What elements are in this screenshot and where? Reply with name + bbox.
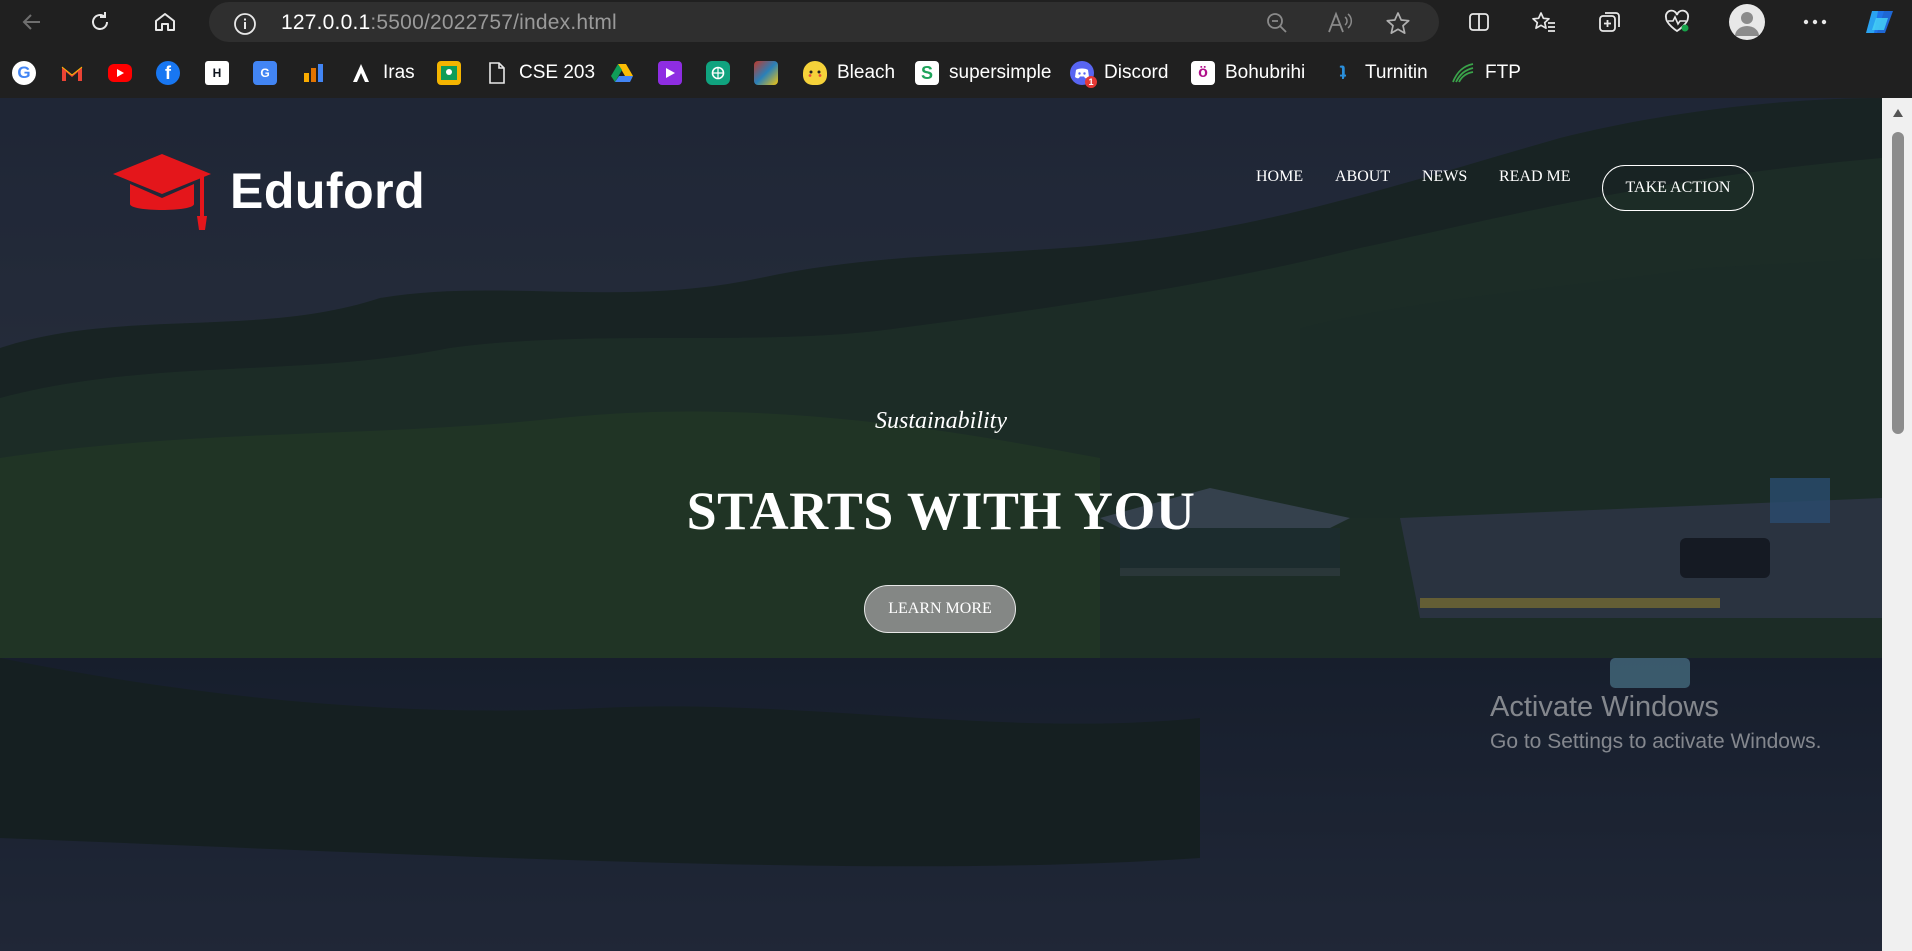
- url-text[interactable]: 127.0.0.1:5500/2022757/index.html: [281, 11, 617, 35]
- google-icon: G: [12, 61, 36, 85]
- bookmark-media[interactable]: [658, 60, 682, 86]
- page-icon: [485, 61, 509, 85]
- bookmark-drive[interactable]: [610, 60, 634, 86]
- notification-badge: 1: [1085, 76, 1097, 88]
- bookmark-supersimple[interactable]: S supersimple: [915, 60, 1051, 86]
- watermark-subtitle: Go to Settings to activate Windows.: [1490, 730, 1822, 753]
- graduation-cap-icon: [113, 154, 211, 230]
- brand-name: Eduford: [230, 163, 426, 219]
- pikachu-icon: [803, 61, 827, 85]
- back-icon[interactable]: [18, 8, 46, 36]
- bookmark-label: Discord: [1104, 62, 1169, 83]
- bookmark-bleach[interactable]: Bleach: [803, 60, 895, 86]
- translate-icon: G: [253, 61, 277, 85]
- gmail-icon: [60, 61, 84, 85]
- nav-about[interactable]: ABOUT: [1335, 168, 1390, 186]
- photo-icon: [754, 61, 778, 85]
- nav-read-me[interactable]: READ ME: [1499, 168, 1571, 186]
- nav-news[interactable]: NEWS: [1422, 168, 1467, 186]
- more-options-icon[interactable]: [1800, 8, 1830, 36]
- chatgpt-icon: [706, 61, 730, 85]
- bookmark-label: Bohubrihi: [1225, 62, 1306, 83]
- bookmark-label: FTP: [1485, 62, 1521, 83]
- browser-essentials-icon[interactable]: [1662, 8, 1692, 36]
- discord-icon: 1: [1070, 61, 1097, 88]
- bookmarks-bar: G f H G Iras CSE 203 Bleach S supersimpl…: [0, 44, 1912, 98]
- browser-toolbar: 127.0.0.1:5500/2022757/index.html: [0, 0, 1912, 44]
- bookmark-iras[interactable]: Iras: [349, 60, 415, 86]
- bookmark-classroom[interactable]: [437, 60, 461, 86]
- url-host: 127.0.0.1: [281, 11, 371, 34]
- read-aloud-icon[interactable]: [1327, 11, 1353, 40]
- url-path: :5500/2022757/index.html: [370, 11, 617, 34]
- scroll-up-arrow-icon[interactable]: [1892, 108, 1904, 118]
- address-bar[interactable]: 127.0.0.1:5500/2022757/index.html: [209, 2, 1439, 42]
- brand-logo[interactable]: Eduford: [108, 146, 425, 236]
- site-info-icon[interactable]: [233, 12, 257, 41]
- classroom-icon: [437, 61, 461, 85]
- page-viewport: Eduford HOME ABOUT NEWS READ ME TAKE ACT…: [0, 98, 1882, 951]
- supersimple-icon: S: [915, 61, 939, 85]
- watermark-title: Activate Windows: [1490, 691, 1719, 723]
- media-icon: [658, 61, 682, 85]
- take-action-button[interactable]: TAKE ACTION: [1602, 165, 1754, 211]
- iras-icon: [349, 61, 373, 85]
- bookmark-bohubrihi[interactable]: ö Bohubrihi: [1191, 60, 1305, 86]
- analytics-icon: [301, 61, 325, 85]
- bookmark-chatgpt[interactable]: [706, 60, 730, 86]
- copilot-icon[interactable]: [1862, 8, 1898, 36]
- bookmark-label: CSE 203: [519, 62, 596, 83]
- nav-home[interactable]: HOME: [1256, 168, 1303, 186]
- profile-avatar[interactable]: [1729, 4, 1765, 40]
- bookmark-google[interactable]: G: [12, 60, 36, 86]
- favorite-star-icon[interactable]: [1385, 11, 1411, 40]
- refresh-icon[interactable]: [86, 8, 114, 36]
- ftp-icon: [1451, 61, 1475, 85]
- bookmark-label: Iras: [383, 62, 415, 83]
- bookmark-analytics[interactable]: [301, 60, 325, 86]
- bookmark-label: Bleach: [837, 62, 896, 83]
- bookmark-youtube[interactable]: [108, 60, 132, 86]
- bookmark-ftp[interactable]: FTP: [1451, 60, 1521, 86]
- bookmark-facebook[interactable]: f: [156, 60, 180, 86]
- hackerrank-icon: H: [205, 61, 229, 85]
- page-scrollbar[interactable]: [1882, 98, 1912, 951]
- bookmark-turnitin[interactable]: ʇ Turnitin: [1331, 60, 1428, 86]
- bookmark-translate[interactable]: G: [253, 60, 277, 86]
- facebook-icon: f: [156, 61, 180, 85]
- turnitin-icon: ʇ: [1339, 61, 1347, 84]
- favorites-icon[interactable]: [1529, 8, 1559, 36]
- bookmark-photo[interactable]: [754, 60, 778, 86]
- youtube-icon: [108, 64, 132, 82]
- zoom-out-icon[interactable]: [1265, 11, 1289, 40]
- bookmark-gmail[interactable]: [60, 60, 84, 86]
- bohubrihi-icon: ö: [1191, 61, 1215, 85]
- drive-icon: [610, 61, 634, 85]
- split-screen-icon[interactable]: [1464, 8, 1494, 36]
- activate-windows-watermark: Activate Windows Go to Settings to activ…: [1490, 691, 1822, 754]
- scrollbar-thumb[interactable]: [1892, 132, 1904, 434]
- bookmark-cse-203[interactable]: CSE 203: [485, 60, 595, 86]
- bookmark-label: supersimple: [949, 62, 1052, 83]
- hero-headline: STARTS WITH YOU: [686, 481, 1196, 541]
- bookmark-hackerrank[interactable]: H: [205, 60, 229, 86]
- learn-more-button[interactable]: LEARN MORE: [864, 585, 1016, 633]
- bookmark-label: Turnitin: [1365, 62, 1428, 83]
- home-icon[interactable]: [151, 8, 179, 36]
- bookmark-discord[interactable]: 1 Discord: [1070, 60, 1169, 88]
- collections-icon[interactable]: [1595, 8, 1625, 36]
- hero-kicker: Sustainability: [875, 408, 1007, 434]
